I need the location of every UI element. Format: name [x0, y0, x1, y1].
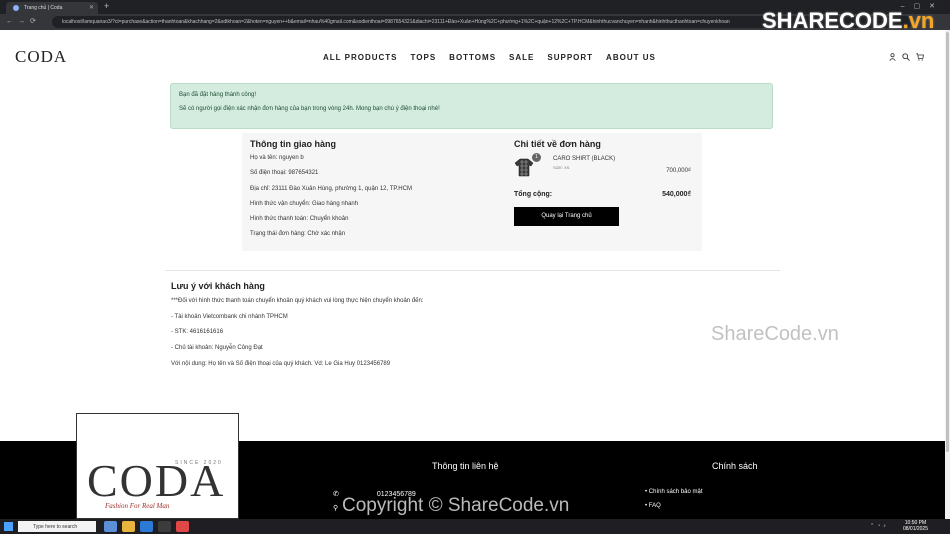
close-tab-icon[interactable]: ✕ [89, 4, 94, 11]
order-details: Chi tiết về đơn hàng 1 CARO SHIRT (BLACK… [514, 139, 694, 226]
product-price: 700,000₫ [666, 168, 691, 174]
vscode-icon[interactable] [140, 521, 153, 532]
sharecode-watermark-logo: SHARECODE.vn [762, 8, 934, 34]
faq-link[interactable]: • FAQ [645, 503, 702, 509]
taskbar-apps [104, 521, 189, 532]
product-name: CARO SHIRT (BLACK) [553, 156, 616, 162]
shipping-phone: Số điện thoại: 987654321 [250, 170, 319, 177]
app-icon[interactable] [104, 521, 117, 532]
taskbar-clock[interactable]: 10:50 PM 08/01/2025 [903, 520, 928, 532]
notice-line: - Tài khoản Vietcombank chi nhánh TPHCM [171, 313, 288, 320]
faq-label: FAQ [648, 503, 661, 509]
total-label: Tổng cộng: [514, 191, 553, 198]
phone-icon: ✆ [333, 491, 339, 498]
copyright-watermark: Copyright © ShareCode.vn [342, 495, 570, 516]
header-icons [889, 53, 924, 63]
search-icon[interactable] [902, 53, 910, 63]
product-size: SIZE: XS [553, 165, 570, 170]
notice-title: Lưu ý với khách hàng [171, 281, 265, 291]
menu-sale[interactable]: SALE [509, 53, 534, 62]
notice-line: - Chủ tài khoản: Nguyễn Công Đạt [171, 345, 263, 352]
browser-icon[interactable] [176, 521, 189, 532]
location-icon: ⚲ [333, 505, 339, 512]
privacy-policy-link[interactable]: • Chính sách bảo mật [645, 489, 702, 495]
customer-notice: Lưu ý với khách hàng ***Đối với hình thứ… [171, 281, 423, 376]
new-tab-icon[interactable]: + [104, 1, 109, 11]
windows-start-icon[interactable] [4, 522, 13, 531]
clock-date: 08/01/2025 [902, 526, 928, 532]
shipping-method: Hình thức vận chuyển: Giao hàng nhanh [250, 200, 359, 207]
contact-title: Thông tin liên hệ [432, 461, 499, 471]
site-logo[interactable]: CODA [15, 47, 67, 67]
alert-title: Bạn đã đặt hàng thành công! [179, 92, 257, 98]
browser-tab[interactable]: Trang chủ | Coda ✕ [6, 2, 98, 14]
product-thumbnail [514, 157, 534, 177]
policy-title: Chính sách [712, 461, 758, 471]
watermark-suffix: .vn [902, 8, 935, 33]
policy-links: • Chính sách bảo mật • FAQ [645, 489, 702, 517]
tab-title: Trang chủ | Coda [24, 5, 63, 11]
menu-about-us[interactable]: ABOUT US [606, 53, 656, 62]
site-header: CODA ALL PRODUCTS TOPS BOTTOMS SALE SUPP… [0, 30, 950, 85]
shipping-title: Thông tin giao hàng [250, 139, 336, 149]
menu-bottoms[interactable]: BOTTOMS [449, 53, 496, 62]
shipping-name: Họ và tên: nguyen b [250, 155, 304, 161]
system-tray[interactable]: ⌃◔♪ [870, 523, 889, 529]
menu-all-products[interactable]: ALL PRODUCTS [323, 53, 398, 62]
footer-since: SINCE 2020 [175, 460, 223, 466]
back-to-home-button[interactable]: Quay lại Trang chủ [514, 207, 619, 226]
alert-message: Sẽ có người gọi điện xác nhận đơn hàng c… [179, 106, 440, 112]
footer-logo: CODA SINCE 2020 Fashion For Real Man [76, 413, 239, 519]
order-status: Trạng thái đơn hàng: Chờ xác nhận [250, 231, 346, 238]
footer-tagline: Fashion For Real Man [105, 502, 170, 510]
page-scrollbar[interactable] [945, 30, 950, 519]
quantity-badge: 1 [532, 153, 541, 162]
main-menu: ALL PRODUCTS TOPS BOTTOMS SALE SUPPORT A… [323, 53, 656, 62]
sharecode-watermark: ShareCode.vn [711, 323, 839, 345]
shipping-info: Thông tin giao hàng Họ và tên: nguyen b … [250, 139, 412, 247]
logo-text: CODA [15, 47, 68, 66]
windows-taskbar: Type here to search ⌃◔♪ 10:50 PM 08/01/2… [0, 519, 950, 534]
notice-line: ***Đối với hình thức thanh toán chuyển k… [171, 298, 424, 304]
privacy-policy-label: Chính sách bảo mật [648, 489, 703, 495]
nav-buttons[interactable]: ←→⟳ [6, 17, 41, 25]
order-item: 1 CARO SHIRT (BLACK) SIZE: XS 700,000₫ [514, 153, 694, 185]
watermark-brand: SHARECODE [762, 8, 903, 33]
favicon-icon [13, 5, 19, 11]
menu-support[interactable]: SUPPORT [547, 53, 593, 62]
order-total: Tổng cộng: 540,000₫ [514, 191, 694, 207]
notice-line: Với nội dung: Họ tên và Số điện thoại củ… [171, 360, 391, 367]
success-alert: Bạn đã đặt hàng thành công! Sẽ có người … [170, 83, 773, 129]
order-summary-card: Thông tin giao hàng Họ và tên: nguyen b … [242, 133, 702, 251]
order-title: Chi tiết về đơn hàng [514, 139, 601, 149]
folder-icon[interactable] [122, 521, 135, 532]
menu-tops[interactable]: TOPS [411, 53, 437, 62]
notice-line: - STK: 4616161616 [171, 329, 224, 336]
divider [165, 270, 780, 271]
shipping-address: Địa chỉ: 23111 Đào Xuân Hùng, phường 1, … [250, 185, 412, 192]
user-icon[interactable] [889, 53, 896, 63]
terminal-icon[interactable] [158, 521, 171, 532]
taskbar-search[interactable]: Type here to search [18, 521, 96, 532]
scrollbar-thumb[interactable] [946, 32, 949, 452]
payment-method: Hình thức thanh toán: Chuyển khoản [250, 216, 349, 223]
cart-icon[interactable] [916, 53, 924, 63]
total-value: 540,000₫ [662, 191, 691, 198]
